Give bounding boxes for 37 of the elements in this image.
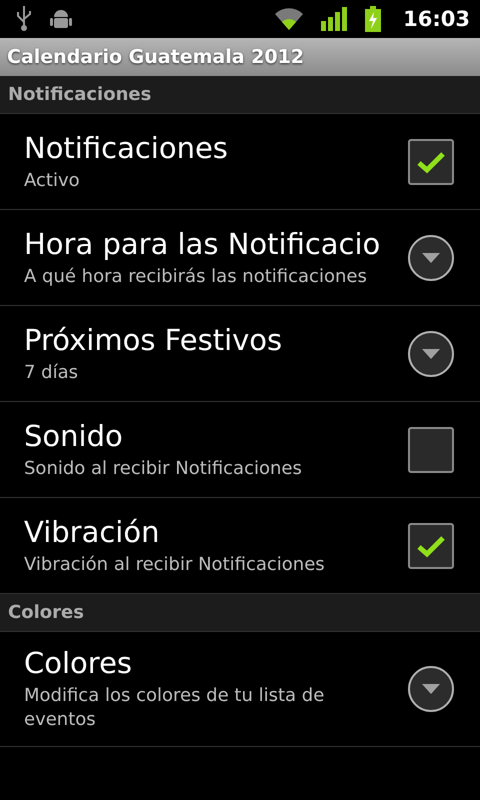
signal-icon [321,7,348,31]
preference-summary: Activo [24,168,81,192]
wifi-icon [275,8,304,30]
check-icon [416,150,446,174]
preference-title: Próximos Festivos [24,322,284,356]
preference-summary: 7 días [24,360,80,384]
preference-row[interactable]: Colores Modifica los colores de tu lista de eventos [0,632,480,747]
section-title: Notificaciones [8,84,152,105]
checkbox[interactable] [408,138,454,184]
checkbox[interactable] [408,426,454,472]
caret-icon [422,252,440,262]
preference-row[interactable]: Próximos Festivos 7 días [0,306,480,402]
caret-icon [422,684,440,694]
dropdown-button[interactable] [408,234,454,280]
section-title: Colores [8,602,84,623]
usb-icon [16,6,32,32]
battery-icon [365,6,382,32]
caret-icon [422,348,440,358]
preference-title: Sonido [24,418,124,452]
preference-title: Colores [24,646,134,680]
dropdown-button[interactable] [408,330,454,376]
preference-row[interactable]: Sonido Sonido al recibir Notificaciones [0,402,480,498]
checkbox[interactable] [408,522,454,568]
android-icon [50,8,72,30]
preference-summary: A qué hora recibirás las notificaciones [24,264,368,288]
preference-title: Hora para las Notificacio [24,226,382,260]
preference-title: Vibración [24,514,160,548]
preference-row[interactable]: Hora para las Notificacio A qué hora recibirás las notificaciones [0,210,480,306]
check-icon [416,534,446,558]
preference-summary: Sonido al recibir Notificaciones [24,456,303,480]
preference-summary: Vibración al recibir Notificaciones [24,552,326,576]
app-title: Calendario Guatemala 2012 [7,46,304,68]
preference-row[interactable]: Notificaciones Activo [0,114,480,210]
preference-title: Notificaciones [24,130,229,164]
dropdown-button[interactable] [408,666,454,712]
clock: 16:03 [403,7,470,31]
preference-summary: Modifica los colores de tu lista de eventos [24,684,326,732]
